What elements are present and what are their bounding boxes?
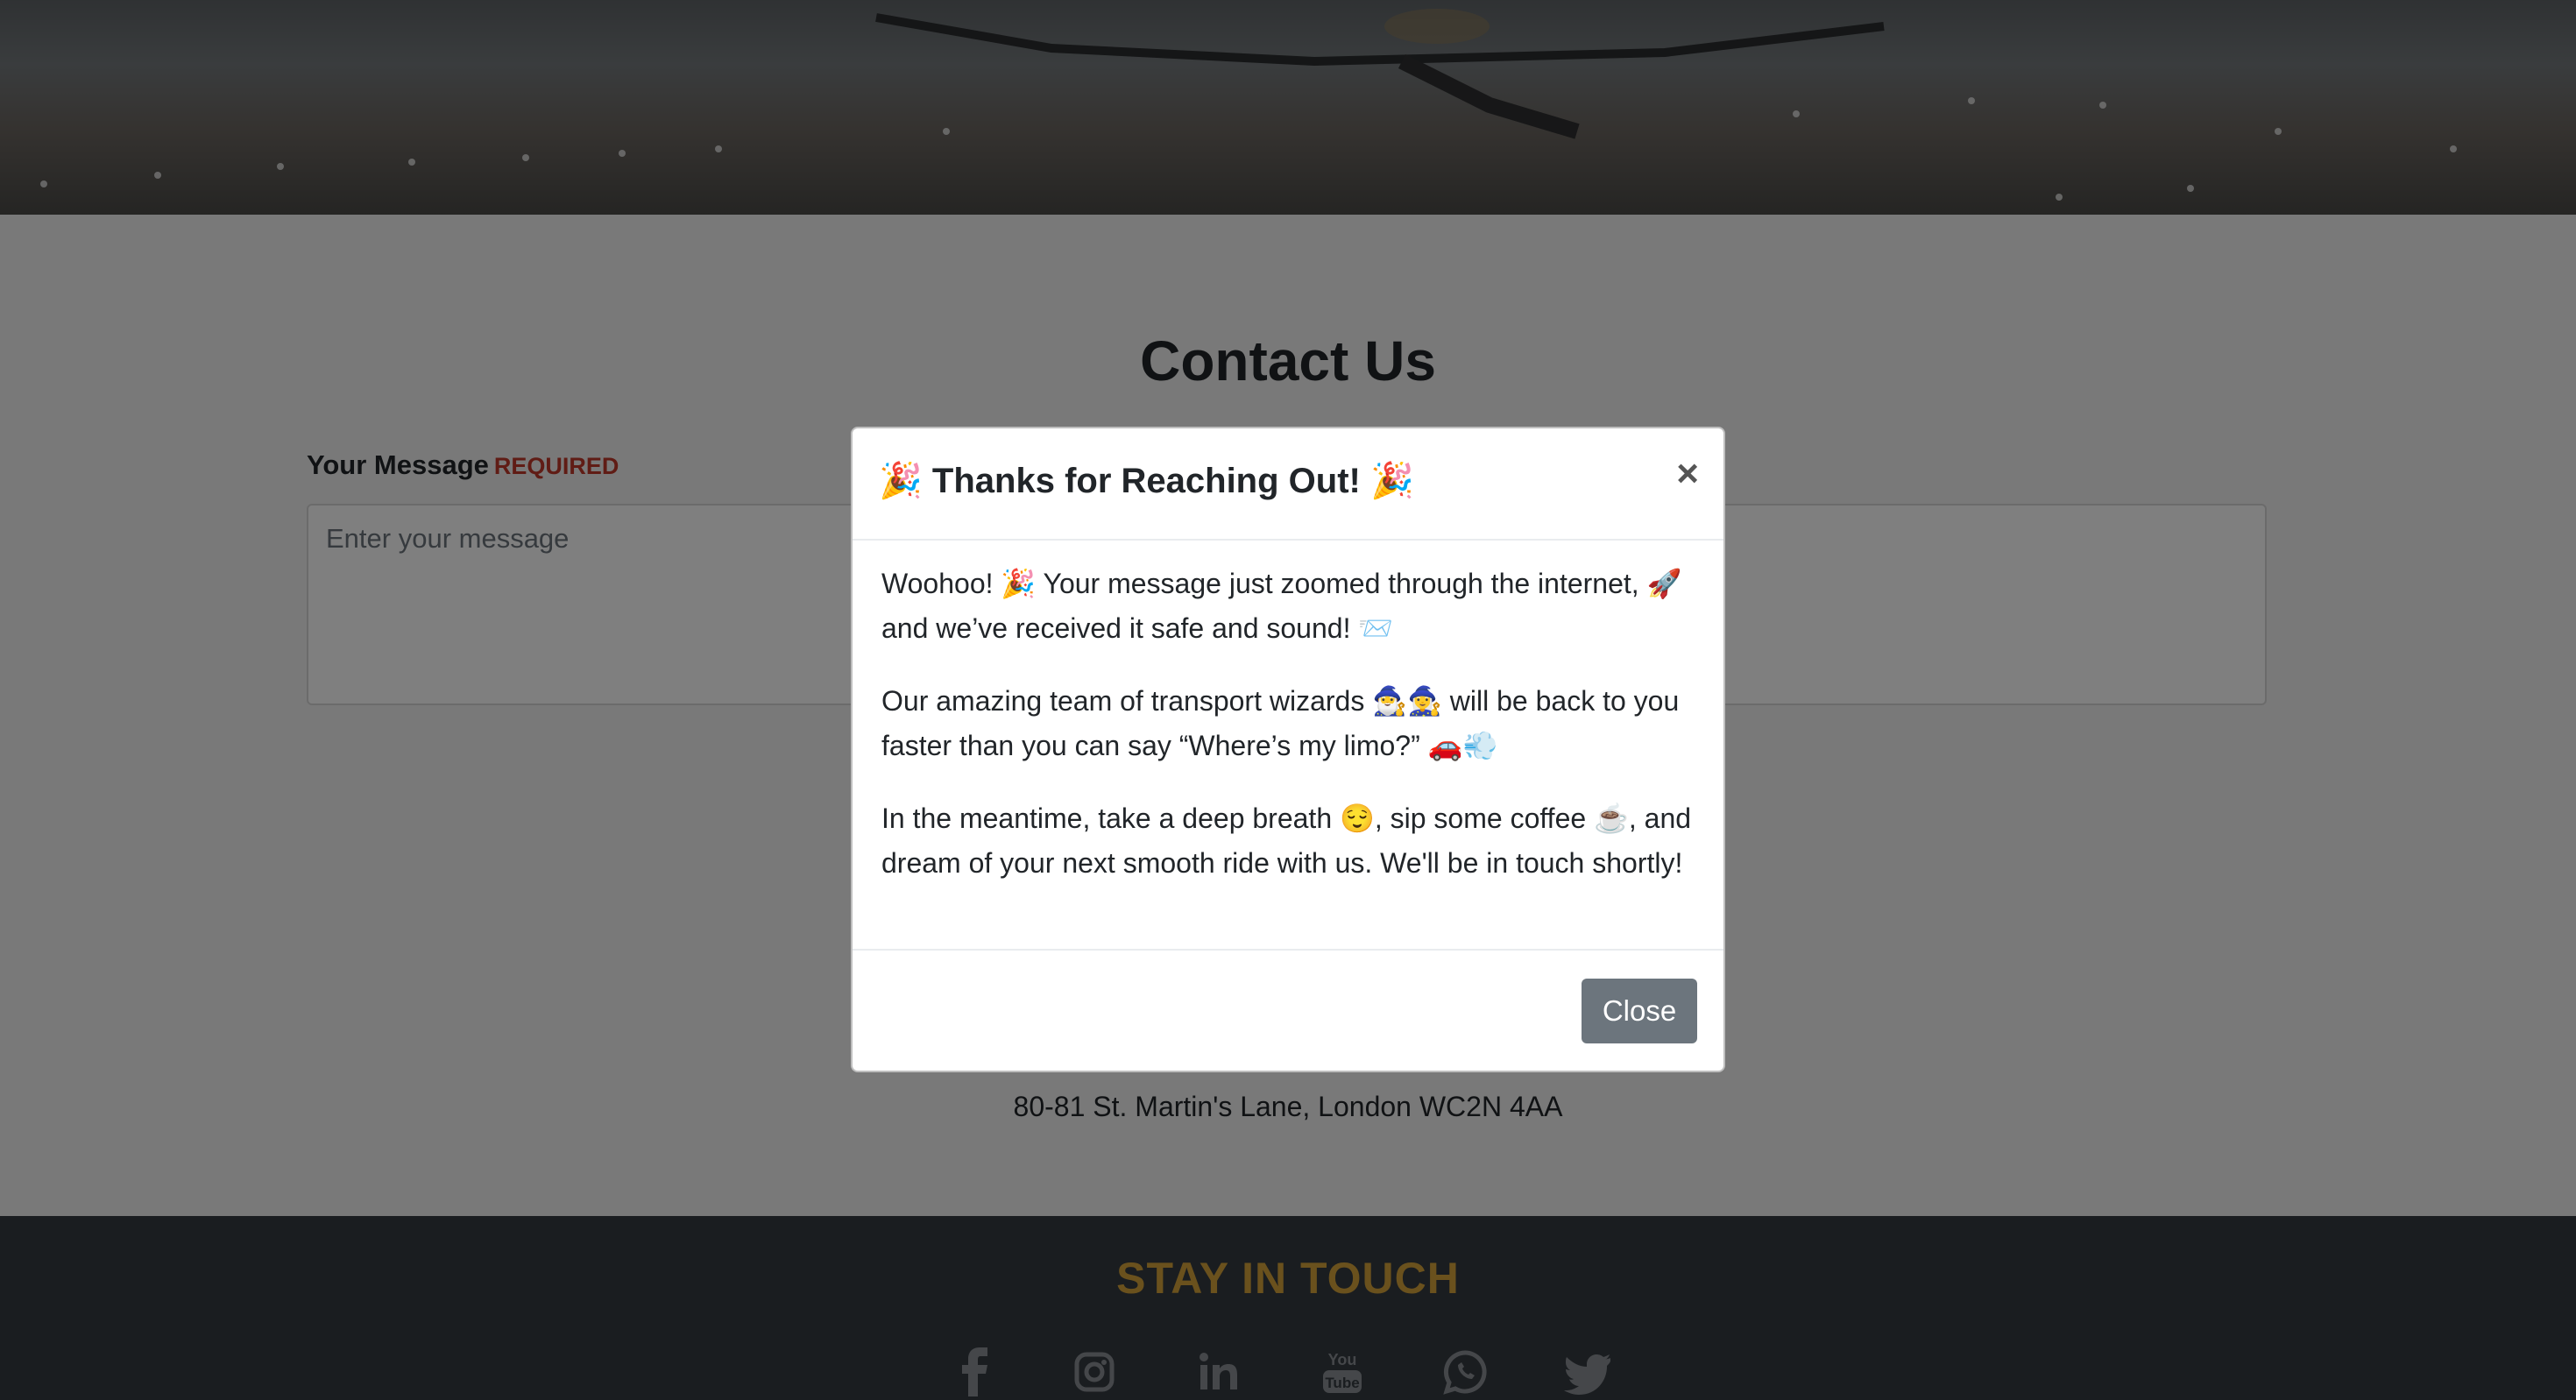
- close-button[interactable]: Close: [1582, 979, 1697, 1043]
- modal-body: Woohoo! 🎉 Your message just zoomed throu…: [881, 562, 1696, 914]
- close-icon[interactable]: ×: [1676, 455, 1699, 493]
- confirmation-modal: 🎉 Thanks for Reaching Out! 🎉 × Woohoo! 🎉…: [851, 427, 1725, 1072]
- modal-header: 🎉 Thanks for Reaching Out! 🎉 ×: [853, 428, 1723, 541]
- modal-title: 🎉 Thanks for Reaching Out! 🎉: [879, 462, 1414, 500]
- modal-paragraph: Woohoo! 🎉 Your message just zoomed throu…: [881, 568, 1682, 644]
- modal-paragraph: Our amazing team of transport wizards 🧙‍…: [881, 685, 1680, 761]
- modal-footer: Close: [853, 949, 1723, 1072]
- modal-paragraph: In the meantime, take a deep breath 😌, s…: [881, 803, 1692, 879]
